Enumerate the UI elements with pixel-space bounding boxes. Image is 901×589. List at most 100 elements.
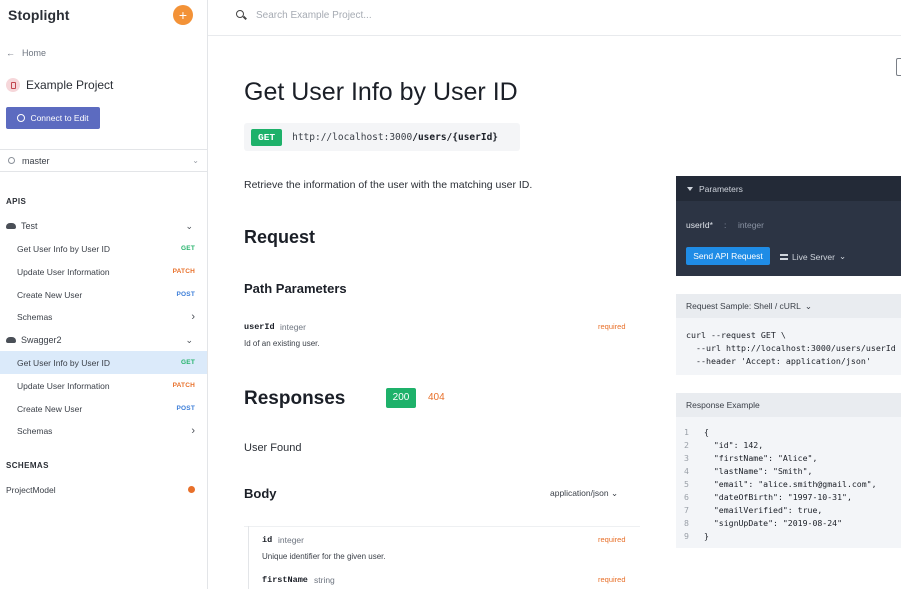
cloud-icon (6, 223, 16, 229)
apis-heading: APIS (6, 197, 27, 206)
request-sample-title: Request Sample: Shell / cURL (686, 301, 801, 311)
project-icon (6, 78, 20, 92)
divider (244, 526, 640, 527)
code-line: 1{ (684, 426, 893, 439)
brand-logo[interactable]: Stoplight (8, 7, 70, 23)
code-line: curl --request GET \ (686, 330, 786, 340)
field-name: id (262, 535, 273, 545)
arrow-left-icon: ← (6, 48, 15, 58)
code-line: 9} (684, 530, 893, 543)
caret-down-icon (687, 186, 693, 191)
field-required: required (598, 575, 626, 584)
param-input[interactable]: integer (738, 220, 764, 230)
param-name: userId (244, 322, 275, 332)
response-code-tab-200[interactable]: 200 (386, 388, 416, 408)
param-label: userId* (686, 220, 713, 230)
line-number: 2 (684, 440, 689, 450)
code-line: 3 "firstName": "Alice", (684, 452, 893, 465)
line-number: 7 (684, 505, 689, 515)
curl-code: curl --request GET \ --url http://localh… (676, 318, 901, 379)
field-type: integer (278, 535, 304, 545)
code-text: "dateOfBirth": "1997-10-31", (704, 492, 852, 502)
sidebar-item-update-user[interactable]: Update User Information PATCH (0, 374, 207, 397)
sidebar-item-schemas[interactable]: Schemas › (0, 419, 207, 442)
send-api-request-button[interactable]: Send API Request (686, 247, 770, 265)
code-line: --url http://localhost:3000/users/userId (686, 343, 896, 353)
path-parameters-heading: Path Parameters (244, 281, 347, 296)
connect-to-edit-button[interactable]: Connect to Edit (6, 107, 100, 129)
try-it-panel: Parameters userId* : integer Send API Re… (676, 176, 901, 276)
sidebar-item-create-user[interactable]: Create New User POST (0, 283, 207, 306)
response-example-header: Response Example (676, 393, 901, 417)
search-bar (208, 0, 901, 36)
response-example-panel: Response Example 1{ 2 "id": 142, 3 "firs… (676, 393, 901, 548)
search-icon (236, 10, 244, 18)
url-text: http://localhost:3000/users/{userId} (292, 132, 498, 143)
code-line: 4 "lastName": "Smith", (684, 465, 893, 478)
sidebar-item-schemas[interactable]: Schemas › (0, 305, 207, 328)
method-badge: POST (176, 405, 195, 412)
sidebar-group-test[interactable]: Test ⌄ (0, 215, 207, 237)
code-text: "emailVerified": true, (704, 505, 823, 515)
method-badge: GET (181, 245, 195, 252)
code-text: "id": 142, (704, 440, 764, 450)
server-label: Live Server (792, 251, 835, 262)
code-line: 2 "id": 142, (684, 439, 893, 452)
branch-selector[interactable]: master ⌄ (0, 149, 207, 172)
code-line: 7 "emailVerified": true, (684, 504, 893, 517)
add-button[interactable]: + (173, 5, 193, 25)
sidebar-item-get-user-info-active[interactable]: Get User Info by User ID GET (0, 351, 207, 374)
chevron-right-icon: › (191, 424, 195, 437)
method-badge: PATCH (172, 268, 195, 275)
sidebar-item-label: Create New User (17, 289, 83, 300)
search-input[interactable] (256, 6, 556, 24)
code-line: 5 "email": "alice.smith@gmail.com", (684, 478, 893, 491)
code-text: "signUpDate": "2019-08-24" (704, 518, 843, 528)
field-required: required (598, 535, 626, 544)
url-path: /users/{userId} (412, 131, 499, 143)
method-badge: POST (176, 291, 195, 298)
home-label: Home (22, 48, 47, 58)
code-line: 8 "signUpDate": "2019-08-24" (684, 517, 893, 530)
sidebar-item-label: ProjectModel (6, 484, 56, 495)
response-code-tab-404[interactable]: 404 (428, 392, 445, 403)
sidebar-group-swagger2[interactable]: Swagger2 ⌄ (0, 329, 207, 351)
endpoint-url: GET http://localhost:3000/users/{userId} (244, 123, 520, 151)
project-name: Example Project (26, 78, 114, 92)
branch-icon (8, 157, 15, 164)
body-heading: Body (244, 486, 277, 501)
server-selector[interactable]: Live Server ⌄ (780, 251, 846, 262)
request-sample-header[interactable]: Request Sample: Shell / cURL ⌄ (676, 294, 901, 318)
field-name: firstName (262, 575, 308, 585)
method-badge: PATCH (172, 382, 195, 389)
field-type: string (314, 575, 335, 585)
project-title: Example Project (6, 78, 113, 92)
method-badge: GET (181, 359, 195, 366)
sidebar-item-label: Schemas (17, 311, 53, 322)
responses-heading: Responses (244, 388, 346, 409)
endpoint-description: Retrieve the information of the user wit… (244, 179, 533, 191)
response-example-title: Response Example (686, 400, 760, 410)
sidebar-item-project-model[interactable]: ProjectModel (0, 478, 207, 501)
chevron-down-icon: ⌄ (839, 251, 847, 261)
param-description: Id of an existing user. (244, 339, 320, 348)
sidebar-item-get-user-info[interactable]: Get User Info by User ID GET (0, 237, 207, 260)
response-code: 1{ 2 "id": 142, 3 "firstName": "Alice", … (676, 417, 901, 552)
cloud-icon (6, 337, 16, 343)
sidebar-item-update-user[interactable]: Update User Information PATCH (0, 260, 207, 283)
sidebar-item-label: Get User Info by User ID (17, 357, 111, 368)
group-name: Test (21, 221, 38, 231)
group-name: Swagger2 (21, 335, 62, 345)
line-number: 9 (684, 531, 689, 541)
content-type-selector[interactable]: application/json ⌄ (550, 488, 618, 499)
sidebar-item-create-user[interactable]: Create New User POST (0, 397, 207, 420)
code-line: --header 'Accept: application/json' (686, 356, 871, 366)
method-badge: GET (251, 128, 283, 146)
chevron-down-icon: ⌄ (610, 488, 619, 498)
sidebar-item-label: Create New User (17, 403, 83, 414)
line-number: 3 (684, 453, 689, 463)
request-heading: Request (244, 227, 316, 247)
parameters-panel-header[interactable]: Parameters (676, 176, 901, 201)
home-link[interactable]: ← Home (6, 48, 46, 58)
code-text: "firstName": "Alice", (704, 453, 818, 463)
